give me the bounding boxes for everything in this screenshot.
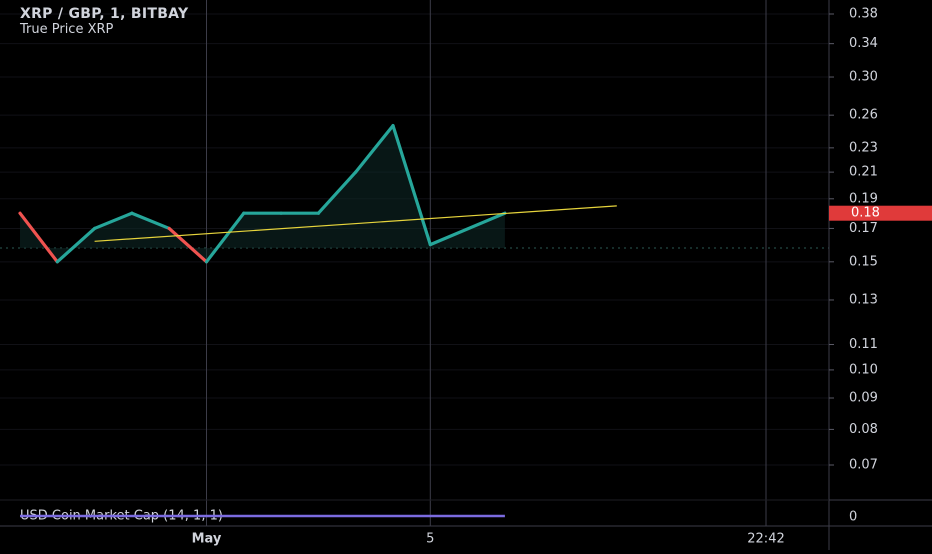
price-tick-label: 0.17 [849, 221, 878, 236]
time-tick-label: May [192, 532, 222, 547]
current-price-label: 0.18 [851, 206, 880, 221]
time-tick-label: 22:42 [747, 532, 784, 547]
price-tick-label: 0.26 [849, 108, 878, 123]
price-point[interactable] [243, 212, 245, 214]
price-tick-label: 0.07 [849, 458, 878, 473]
chart-background [0, 0, 932, 550]
price-tick-label: 0.15 [849, 254, 878, 269]
price-tick-label: 0.38 [849, 7, 878, 22]
price-tick-label: 0.08 [849, 422, 878, 437]
price-tick-label: 0.10 [849, 362, 878, 377]
chart-area[interactable]: USD Coin Market Cap (14, 1, 1) 0 0.38 0.34… [0, 0, 932, 550]
price-point[interactable] [131, 212, 133, 214]
lower-axis-zero: 0 [849, 510, 857, 525]
price-point[interactable] [205, 261, 207, 263]
price-point[interactable] [19, 212, 21, 214]
price-point[interactable] [56, 261, 58, 263]
price-tick-label: 0.30 [849, 70, 878, 85]
price-tick-label: 0.34 [849, 36, 878, 51]
price-tick-label: 0.19 [849, 191, 878, 206]
price-chart[interactable]: USD Coin Market Cap (14, 1, 1) 0 0.380.34… [0, 0, 932, 550]
price-point[interactable] [93, 227, 95, 229]
price-point[interactable] [168, 227, 170, 229]
price-tick-label: 0.11 [849, 337, 878, 352]
price-point[interactable] [355, 171, 357, 173]
symbol-title[interactable]: XRP / GBP, 1, BITBAY [20, 6, 189, 22]
price-tick-label: 0.21 [849, 165, 878, 180]
time-tick-label: 5 [426, 532, 434, 547]
current-price-tag: 0.18 [829, 205, 932, 221]
price-tick-label: 0.13 [849, 292, 878, 307]
price-point[interactable] [429, 243, 431, 245]
indicator-title[interactable]: True Price XRP [19, 22, 114, 37]
price-tick-label: 0.09 [849, 390, 878, 405]
current-price-badge [829, 205, 932, 221]
price-point[interactable] [280, 212, 282, 214]
price-point[interactable] [317, 212, 319, 214]
price-tick-label: 0.23 [849, 140, 878, 155]
price-point[interactable] [392, 124, 394, 126]
